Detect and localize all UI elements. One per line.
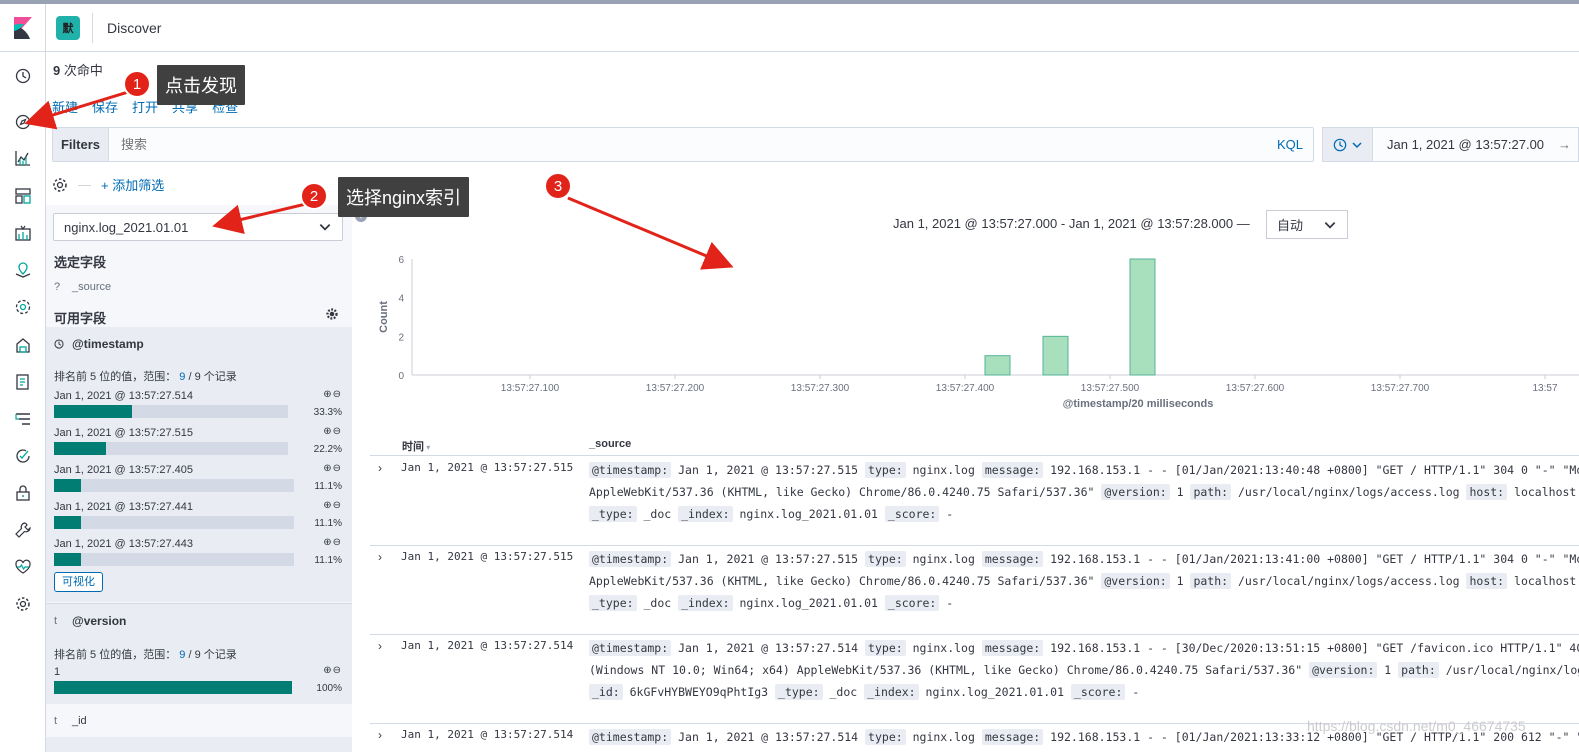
- annotation-badge-2: 2: [300, 182, 328, 210]
- annotation-badge-1: 1: [123, 70, 151, 98]
- annotation-tip-2: 选择nginx索引: [338, 177, 470, 217]
- arrow-2: [212, 201, 311, 235]
- annotation-badge-3: 3: [544, 172, 572, 200]
- watermark: https://blog.csdn.net/m0_46674735: [1307, 718, 1526, 734]
- arrow-1: [24, 90, 129, 130]
- arrow-3: [567, 196, 734, 270]
- annotation-tip-1: 点击发现: [157, 65, 245, 105]
- annotation-arrows: [24, 90, 734, 270]
